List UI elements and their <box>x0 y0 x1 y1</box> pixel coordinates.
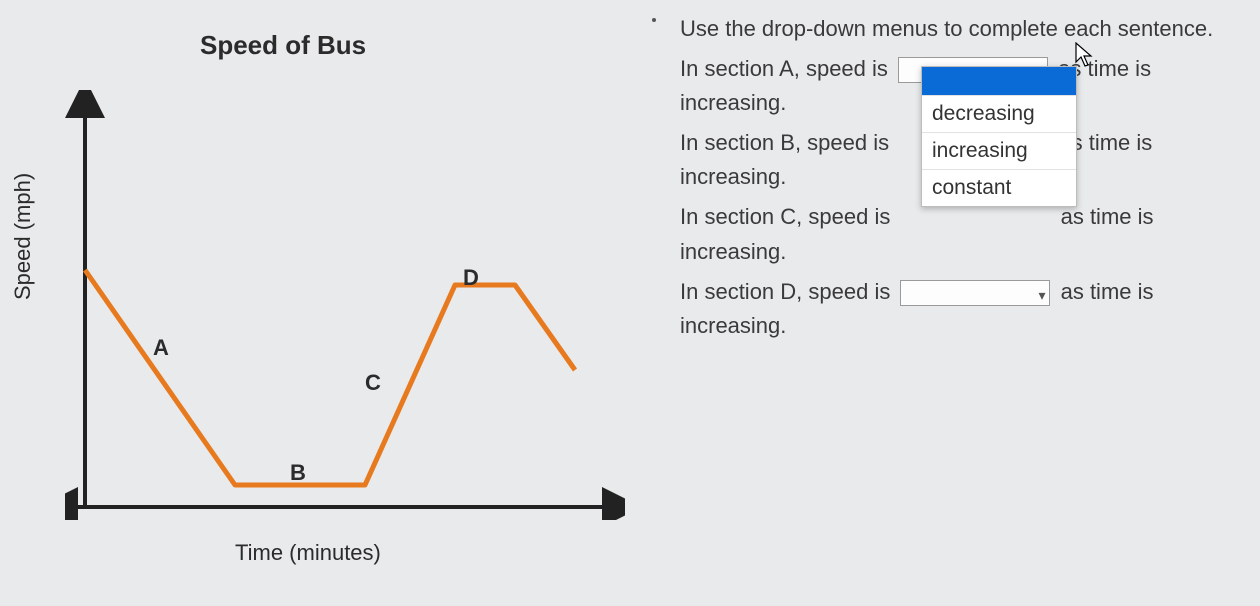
dropdown-option-blank[interactable] <box>922 67 1076 95</box>
dropdown-option-constant[interactable]: constant <box>922 169 1076 206</box>
dropdown-d[interactable]: ▾ <box>900 280 1050 306</box>
sentence-d-cont: increasing. <box>680 313 786 338</box>
data-line <box>85 270 575 485</box>
sentence-d-suffix: as time is <box>1061 279 1154 304</box>
segment-label-c: C <box>365 370 381 396</box>
sentence-b-prefix: In section B, speed is <box>680 130 889 155</box>
x-axis-label: Time (minutes) <box>235 540 381 566</box>
instruction-text: Use the drop-down menus to complete each… <box>680 12 1250 46</box>
chevron-down-icon: ▾ <box>1038 285 1045 307</box>
chart-plot <box>65 90 625 520</box>
segment-label-b: B <box>290 460 306 486</box>
sentence-c-prefix: In section C, speed is <box>680 204 890 229</box>
y-axis-label: Speed (mph) <box>10 173 36 300</box>
bullet-icon <box>652 18 656 22</box>
segment-label-a: A <box>153 335 169 361</box>
segment-label-d: D <box>463 265 479 291</box>
chart-panel: Speed of Bus Speed (mph) Time (minutes) … <box>0 0 660 606</box>
sentence-c-cont: increasing. <box>680 239 786 264</box>
dropdown-a-options[interactable]: decreasing increasing constant <box>921 66 1077 207</box>
sentence-d-prefix: In section D, speed is <box>680 279 890 304</box>
cursor-icon <box>1075 42 1095 68</box>
sentence-d: In section D, speed is ▾ as time is incr… <box>680 275 1250 343</box>
dropdown-option-increasing[interactable]: increasing <box>922 132 1076 169</box>
sentence-c-suffix: as time is <box>1061 204 1154 229</box>
sentence-a-cont: increasing. <box>680 90 786 115</box>
dropdown-option-decreasing[interactable]: decreasing <box>922 95 1076 132</box>
chart-title: Speed of Bus <box>200 30 366 61</box>
sentence-a-prefix: In section A, speed is <box>680 56 888 81</box>
sentence-b-cont: increasing. <box>680 164 786 189</box>
sentence-c: In section C, speed is as time is increa… <box>680 200 1250 268</box>
